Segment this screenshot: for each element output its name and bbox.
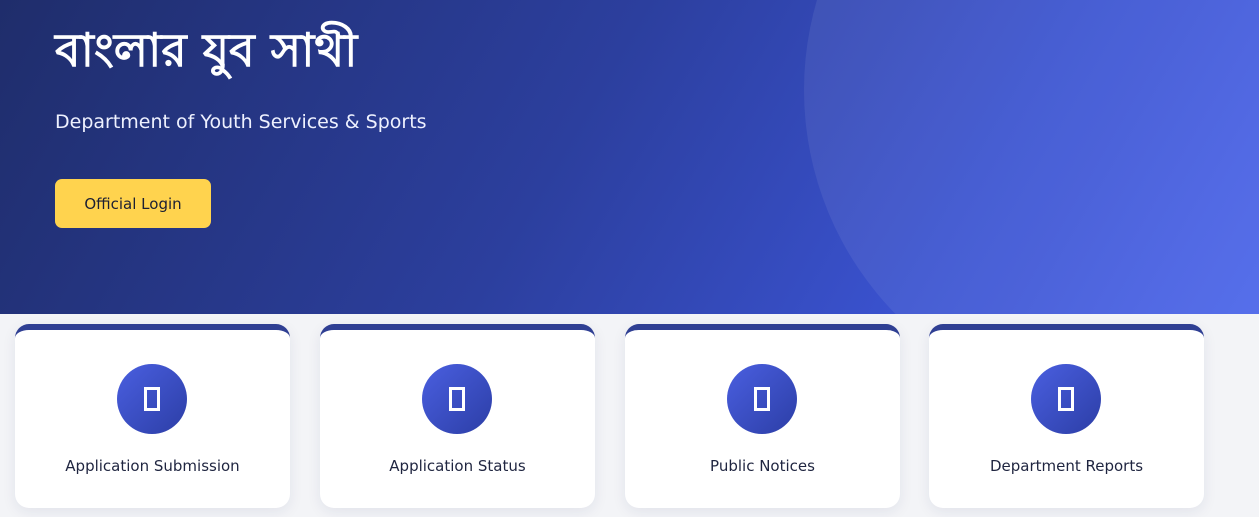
card-application-submission[interactable]: Application Submission — [15, 324, 290, 508]
card-public-notices[interactable]: Public Notices — [625, 324, 900, 508]
official-login-button[interactable]: Official Login — [55, 179, 211, 228]
missing-glyph-icon — [727, 364, 797, 434]
card-label: Application Submission — [65, 457, 240, 475]
missing-glyph-icon — [1031, 364, 1101, 434]
hero-banner: বাংলার যুব সাথী Department of Youth Serv… — [0, 0, 1259, 314]
hero-decorative-circle — [804, 0, 1259, 314]
department-subtitle: Department of Youth Services & Sports — [55, 111, 427, 133]
card-department-reports[interactable]: Department Reports — [929, 324, 1204, 508]
card-label: Department Reports — [989, 457, 1144, 475]
card-label: Application Status — [389, 457, 526, 475]
missing-glyph-icon — [117, 364, 187, 434]
card-application-status[interactable]: Application Status — [320, 324, 595, 508]
missing-glyph-icon — [422, 364, 492, 434]
page-title: বাংলার যুব সাথী — [55, 23, 358, 77]
card-label: Public Notices — [710, 457, 815, 475]
